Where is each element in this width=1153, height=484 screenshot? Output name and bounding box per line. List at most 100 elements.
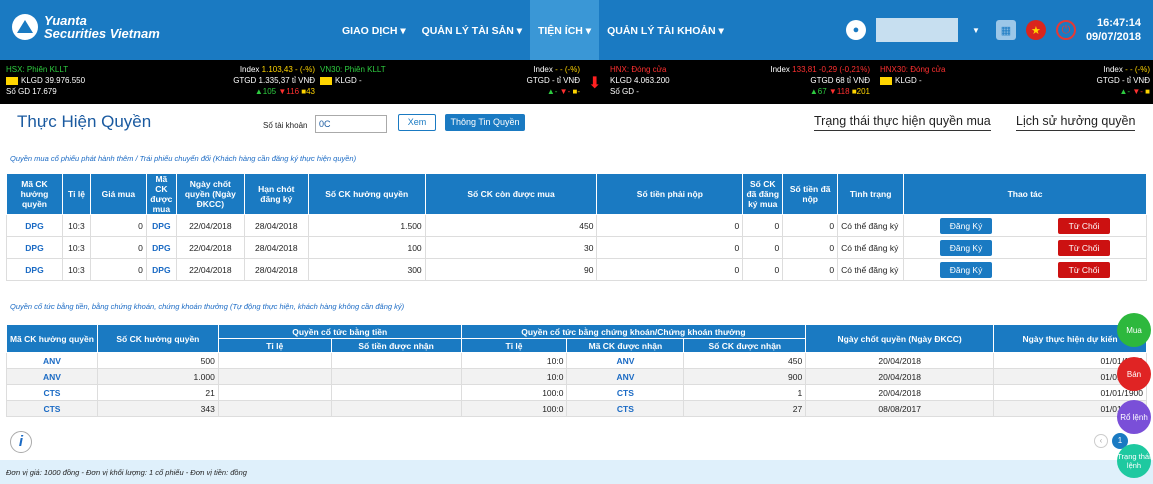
cell-received-symbol[interactable]: CTS	[566, 400, 685, 417]
cell-symbol[interactable]: CTS	[6, 400, 98, 417]
cell-cash-amount	[330, 400, 462, 417]
cell-deadline: 28/04/2018	[243, 258, 309, 281]
col-header: Hạn chót đăng ký	[243, 173, 309, 215]
menu-tien-ich[interactable]: TIỆN ÍCH ▾	[529, 0, 600, 60]
cell-received-symbol[interactable]: ANV	[566, 352, 685, 369]
table-row: ANV 500 10:0 ANV 450 20/04/2018 01/01/19…	[6, 352, 1147, 369]
ticker-hnx30-gtgd: GTGD - tỉ VNĐ	[1096, 76, 1150, 85]
vietnam-flag-icon[interactable]: ★	[1025, 20, 1046, 40]
col-header: Mã CK được mua	[145, 173, 177, 215]
buy-button[interactable]: Mua	[1117, 313, 1151, 347]
cell-price: 0	[89, 258, 147, 281]
view-button[interactable]: Xem	[398, 114, 436, 131]
menu-quan-ly-tai-san[interactable]: QUẢN LÝ TÀI SẢN ▾	[414, 0, 530, 60]
register-button[interactable]: Đăng Ký	[940, 239, 993, 256]
cell-record-date: 22/04/2018	[175, 214, 245, 237]
ticker-hsx-down: ▼116	[278, 87, 300, 96]
cell-record-date: 22/04/2018	[175, 236, 245, 259]
cell-symbol[interactable]: ANV	[6, 352, 98, 369]
page-title: Thực Hiện Quyền	[17, 112, 152, 131]
cell-symbol[interactable]: DPG	[6, 214, 63, 237]
cell-actions: Đăng Ký Từ Chối	[903, 236, 1147, 259]
ticker-hsx-up: ▲105	[254, 87, 277, 96]
col-header: Giá mua	[89, 173, 147, 215]
ticker-hsx-sogd: Số GD 17.679	[6, 87, 57, 96]
order-basket-button[interactable]: Rổ lệnh	[1117, 400, 1151, 434]
ticker-vn30[interactable]: VN30: Phiên KLLT KLGD -	[320, 64, 386, 86]
col-header: Ngày chốt quyền (Ngày ĐKCC)	[805, 324, 995, 353]
table-row: DPG 10:3 0 DPG 22/04/2018 28/04/2018 1.5…	[6, 214, 1147, 237]
ticker-hnx-index: Index 133,81 -0,29 (-0,21%) GTGD 68 tỉ V…	[730, 64, 870, 97]
col-header: Tỉ lệ	[217, 338, 332, 353]
cell-actions: Đăng Ký Từ Chối	[903, 258, 1147, 281]
cell-symbol[interactable]: ANV	[6, 368, 98, 385]
ticker-vn30-down: ▼-	[559, 87, 571, 96]
flag-icon	[6, 76, 18, 85]
ticker-hnx-up: ▲67	[809, 87, 827, 96]
cell-cash-amount	[330, 352, 462, 369]
ticker-vn30-gtgd: GTGD - tỉ VNĐ	[526, 76, 580, 85]
cell-buy-symbol[interactable]: DPG	[145, 258, 177, 281]
reject-button[interactable]: Từ Chối	[1058, 239, 1111, 256]
col-header: Số CK đã đăng ký mua	[742, 173, 784, 215]
ticker-hnx30[interactable]: HNX30: Đóng cửa KLGD -	[880, 64, 945, 86]
col-header: Số tiền đã nộp	[782, 173, 839, 215]
cell-entitled-qty: 1.500	[307, 214, 426, 237]
ticker-hnx-gtgd: GTGD 68 tỉ VNĐ	[810, 76, 870, 85]
menu-giao-dich[interactable]: GIAO DỊCH ▾	[334, 0, 414, 60]
order-status-button[interactable]: Trạng thái lệnh	[1117, 444, 1151, 478]
cell-received-symbol[interactable]: CTS	[566, 384, 685, 401]
info-icon[interactable]: i	[10, 431, 32, 453]
cell-stock-ratio: 10:0	[460, 368, 568, 385]
col-header: Số CK hưởng quyền	[96, 324, 219, 353]
col-header: Ngày chốt quyền (Ngày ĐKCC)	[175, 173, 245, 215]
col-header: Mã CK hưởng quyền	[6, 324, 98, 353]
cell-cash-ratio	[217, 368, 332, 385]
cell-buy-symbol[interactable]: DPG	[145, 236, 177, 259]
cell-received-symbol[interactable]: ANV	[566, 368, 685, 385]
account-input[interactable]	[315, 115, 387, 133]
cell-stock-ratio: 10:0	[460, 352, 568, 369]
logout-icon[interactable]: ⏻	[1055, 20, 1076, 40]
register-button[interactable]: Đăng Ký	[940, 217, 993, 234]
cell-status: Có thể đăng ký	[837, 236, 905, 259]
prev-page-icon[interactable]: ‹	[1094, 434, 1108, 448]
cell-amount-due: 0	[596, 214, 744, 237]
user-name-box[interactable]	[875, 18, 958, 42]
cell-deadline: 28/04/2018	[243, 236, 309, 259]
yuanta-logo[interactable]: Yuanta Securities Vietnam	[12, 14, 160, 40]
col-header: Mã CK hưởng quyền	[6, 173, 63, 215]
keyboard-icon[interactable]: ▦	[995, 20, 1016, 40]
col-header: Tình trạng	[837, 173, 905, 215]
purchase-status-link[interactable]: Trạng thái thực hiện quyền mua	[814, 114, 991, 131]
ticker-hnx[interactable]: HNX: Đóng cửa KLGD 4.063.200 Số GD -	[610, 64, 670, 97]
reject-button[interactable]: Từ Chối	[1058, 217, 1111, 234]
ticker-hsx[interactable]: HSX: Phiên KLLT KLGD 39.976.550 Số GD 17…	[6, 64, 85, 97]
cell-symbol[interactable]: DPG	[6, 236, 63, 259]
cell-price: 0	[89, 214, 147, 237]
rights-info-button[interactable]: Thông Tin Quyền	[445, 114, 525, 131]
index-label: Index	[1103, 65, 1123, 74]
sell-button[interactable]: Bán	[1117, 357, 1151, 391]
rights-history-link[interactable]: Lịch sử hưởng quyền	[1016, 114, 1136, 131]
reject-button[interactable]: Từ Chối	[1058, 261, 1111, 278]
cell-symbol[interactable]: CTS	[6, 384, 98, 401]
flag-icon	[320, 76, 332, 85]
cell-entitled-qty: 21	[96, 384, 219, 401]
cell-price: 0	[89, 236, 147, 259]
cell-registered-qty: 0	[742, 258, 784, 281]
ticker-hnx30-ref: ■	[1145, 87, 1150, 96]
ticker-hnx30-down: ▼-	[1132, 87, 1143, 96]
cell-ratio: 10:3	[61, 258, 91, 281]
cell-buy-symbol[interactable]: DPG	[145, 214, 177, 237]
col-header-group: Quyền cổ tức bằng tiền	[217, 324, 462, 339]
top-navigation-bar: Yuanta Securities Vietnam GIAO DỊCH ▾ QUẢ…	[0, 0, 1153, 60]
ticker-vn30-name: VN30: Phiên KLLT	[320, 65, 386, 74]
register-button[interactable]: Đăng Ký	[940, 261, 993, 278]
user-icon[interactable]: ●	[845, 20, 866, 40]
chevron-down-icon[interactable]: ▼	[966, 20, 986, 40]
cell-ratio: 10:3	[61, 214, 91, 237]
menu-quan-ly-tai-khoan[interactable]: QUẢN LÝ TÀI KHOẢN ▾	[599, 0, 732, 60]
cell-stock-ratio: 100:0	[460, 400, 568, 417]
cell-symbol[interactable]: DPG	[6, 258, 63, 281]
